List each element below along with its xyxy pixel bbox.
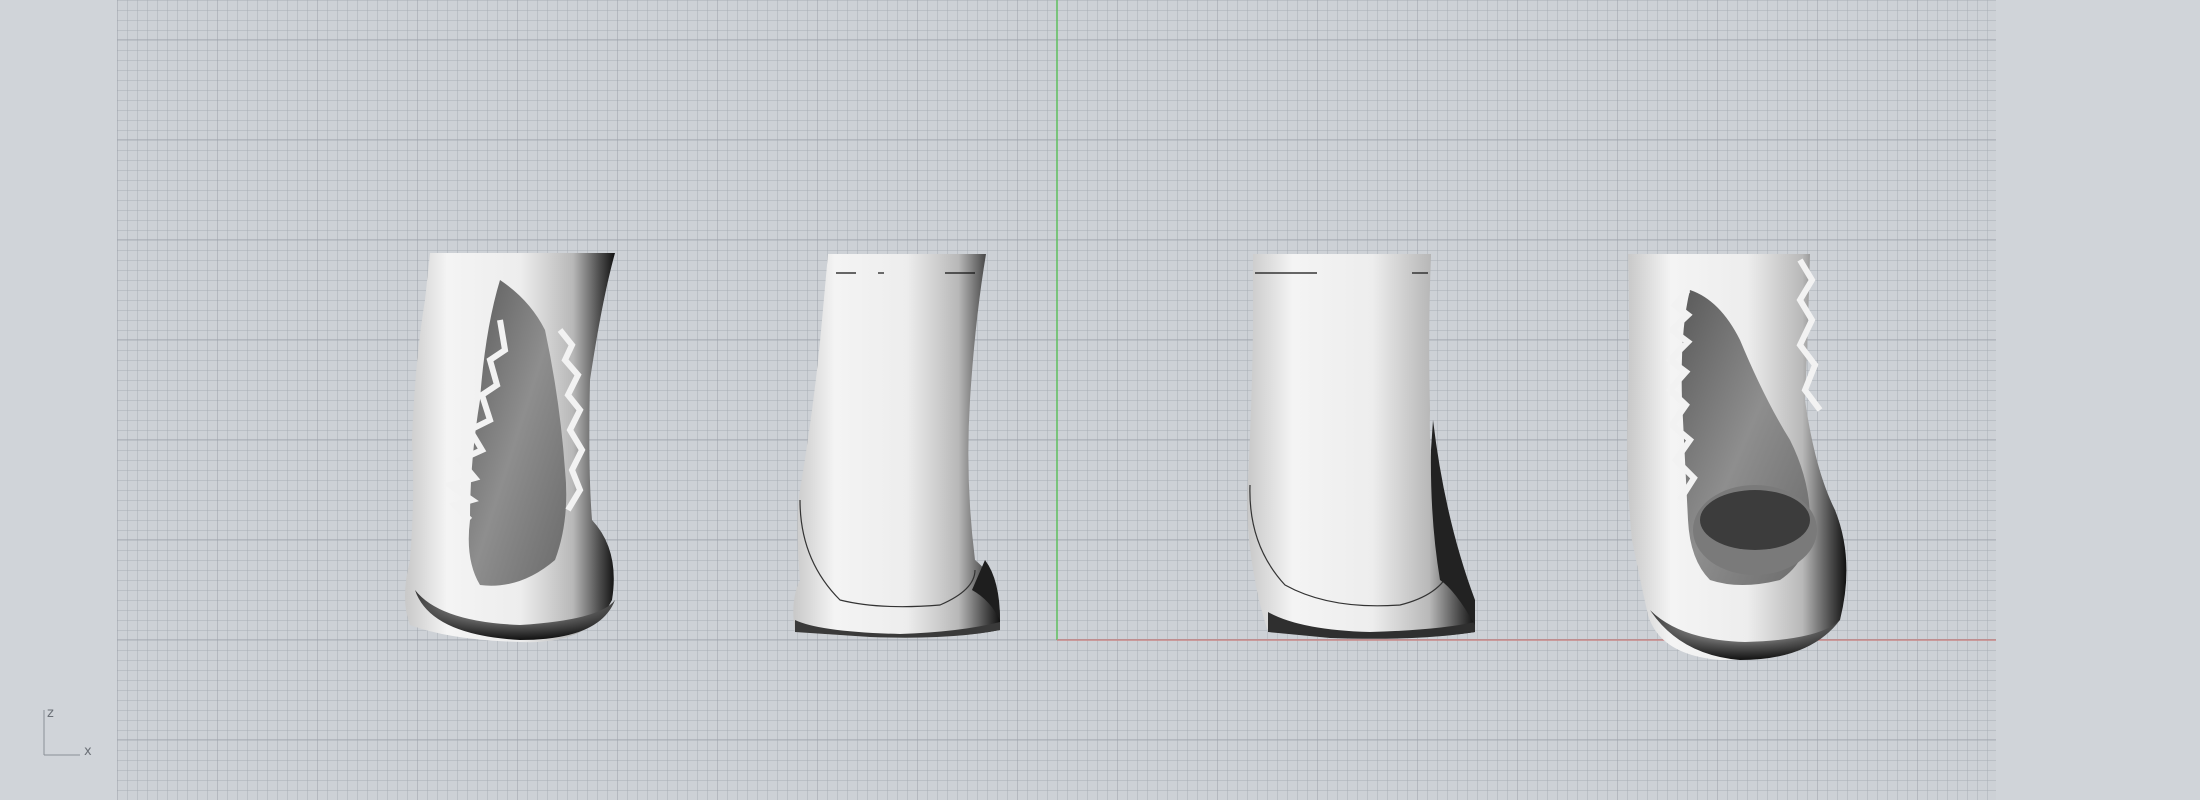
gizmo-x-label: x [84, 744, 92, 759]
gizmo-z-label: z [47, 706, 54, 721]
sock-scan-raw-left[interactable] [405, 253, 615, 643]
front-viewport[interactable]: z x [0, 0, 2200, 800]
viewport-canvas[interactable] [0, 0, 2200, 800]
